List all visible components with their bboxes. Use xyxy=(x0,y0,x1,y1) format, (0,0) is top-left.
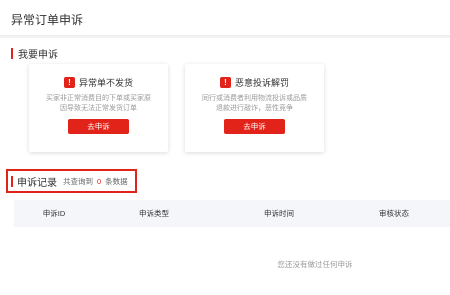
records-table-header: 申诉ID 申诉类型 申诉时间 审核状态 xyxy=(14,200,450,227)
empty-state-text: 您还没有做过任何申诉 xyxy=(277,260,353,269)
card-title: 恶意投诉解罚 xyxy=(234,77,289,88)
appeal-card-malicious-complaint: ! 恶意投诉解罚 同行或消费者利用物流投诉或品质退款进行敲诈，恶性竞争 去申诉 xyxy=(185,64,324,152)
appeal-section-title: 我要申诉 xyxy=(18,49,58,61)
column-header-review-status: 审核状态 xyxy=(379,209,409,218)
appeal-button-malicious-complaint[interactable]: 去申诉 xyxy=(224,119,285,134)
column-header-appeal-type: 申诉类型 xyxy=(139,209,169,218)
records-title: 申诉记录 xyxy=(17,177,57,189)
warning-icon: ! xyxy=(63,76,75,88)
section-marker xyxy=(11,175,13,187)
column-header-appeal-id: 申诉ID xyxy=(42,209,66,218)
page-title: 异常订单申诉 xyxy=(0,0,450,36)
records-count-number: 0 xyxy=(97,176,102,186)
records-header: 申诉记录 共查询到 0 条数据 xyxy=(6,169,137,193)
card-description: 买家非正常消费目的下单或买家原因导致无法正常发货订单 xyxy=(46,95,151,112)
card-title: 异常单不发货 xyxy=(78,77,133,88)
column-header-appeal-time: 申诉时间 xyxy=(264,209,294,218)
section-marker xyxy=(11,47,13,59)
appeal-section-header: 我要申诉 xyxy=(11,45,58,61)
card-description: 同行或消费者利用物流投诉或品质退款进行敲诈，恶性竞争 xyxy=(202,95,307,112)
warning-icon: ! xyxy=(219,76,231,88)
appeal-card-no-ship: ! 异常单不发货 买家非正常消费目的下单或买家原因导致无法正常发货订单 去申诉 xyxy=(29,64,168,152)
records-count: 共查询到 0 条数据 xyxy=(63,176,128,186)
main-panel: 我要申诉 ! 异常单不发货 买家非正常消费目的下单或买家原因导致无法正常发货订单… xyxy=(0,38,450,295)
appeal-button-no-ship[interactable]: 去申诉 xyxy=(68,119,129,134)
